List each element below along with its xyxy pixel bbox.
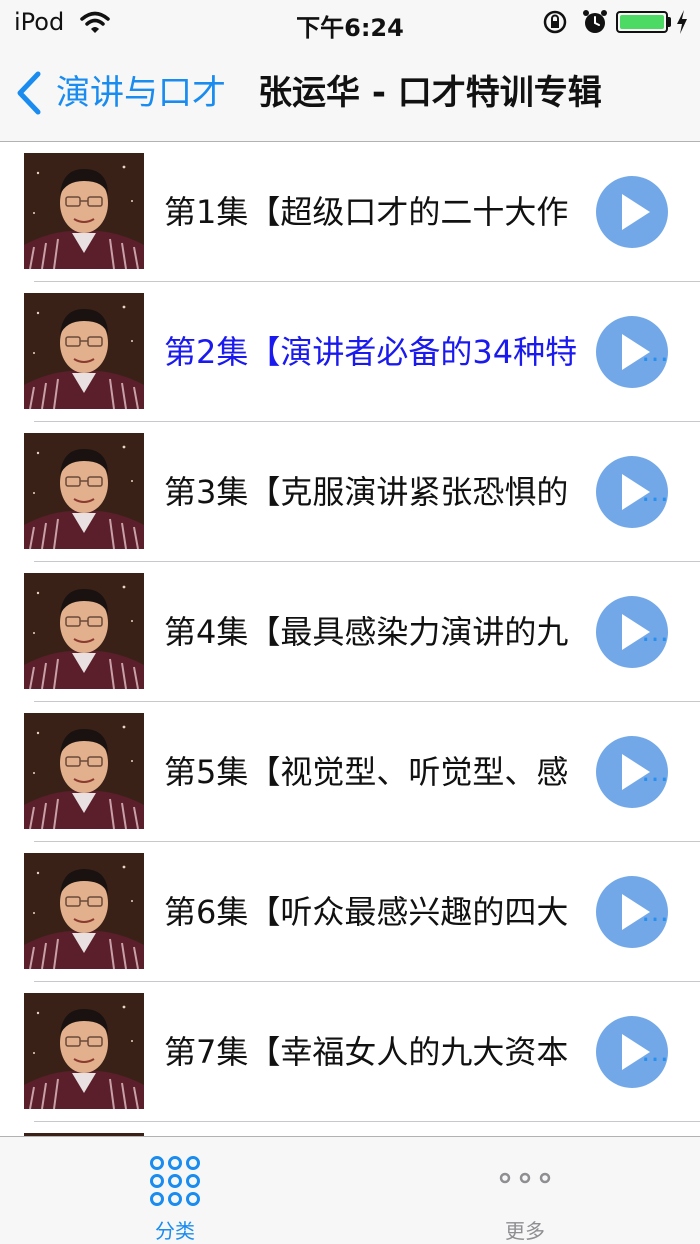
speaker-portrait <box>24 573 144 689</box>
tab-more[interactable]: 更多 <box>350 1137 700 1244</box>
episode-title: 第7集【幸福女人的九大资本 <box>164 1033 569 1071</box>
tab-bar: 分类 更多 <box>0 1136 700 1244</box>
episode-thumbnail <box>24 993 144 1109</box>
play-icon <box>622 194 650 230</box>
episode-thumbnail <box>24 433 144 549</box>
episode-title: 第1集【超级口才的二十大作 <box>164 193 569 231</box>
episode-row[interactable]: 第5集【视觉型、听觉型、感 … <box>0 702 700 842</box>
episode-row[interactable]: 第6集【听众最感兴趣的四大 … <box>0 842 700 982</box>
episode-row-partial[interactable] <box>0 1122 700 1136</box>
play-button[interactable] <box>596 176 668 248</box>
status-bar: iPod 下午6:24 <box>0 0 700 44</box>
truncation-ellipsis: … <box>641 475 669 508</box>
truncation-ellipsis: … <box>641 615 669 648</box>
episode-thumbnail <box>24 853 144 969</box>
episode-row[interactable]: 第7集【幸福女人的九大资本 … <box>0 982 700 1122</box>
episode-thumbnail <box>24 293 144 409</box>
battery-tip <box>668 17 671 27</box>
tab-more-label: 更多 <box>505 1219 545 1243</box>
truncation-ellipsis: … <box>641 335 669 368</box>
back-button[interactable]: 演讲与口才 <box>14 68 226 118</box>
episode-row[interactable]: 第2集【演讲者必备的34种特 … <box>0 282 700 422</box>
episode-thumbnail <box>24 713 144 829</box>
tab-categories-label: 分类 <box>155 1219 195 1243</box>
grid-dots-icon <box>150 1156 200 1206</box>
episode-list[interactable]: 第1集【超级口才的二十大作 第2集【演讲者必备的34种特… 第3集【克服演讲紧张恐惧… <box>0 142 700 1136</box>
speaker-portrait <box>24 993 144 1109</box>
back-button-label: 演讲与口才 <box>56 73 226 113</box>
episode-title: 第6集【听众最感兴趣的四大 <box>164 893 569 931</box>
navigation-bar: 演讲与口才 张运华 - 口才特训专辑 <box>0 44 700 142</box>
episode-title: 第2集【演讲者必备的34种特 <box>164 333 578 371</box>
alarm-icon <box>583 10 607 33</box>
truncation-ellipsis: … <box>641 1035 669 1068</box>
episode-title: 第4集【最具感染力演讲的九 <box>164 613 569 651</box>
truncation-ellipsis: … <box>641 755 669 788</box>
episode-title: 第5集【视觉型、听觉型、感 <box>164 753 569 791</box>
chevron-left-icon <box>17 71 41 115</box>
speaker-portrait <box>24 293 144 409</box>
episode-row[interactable]: 第1集【超级口才的二十大作 <box>0 142 700 282</box>
episode-row[interactable]: 第4集【最具感染力演讲的九 … <box>0 562 700 702</box>
truncation-ellipsis: … <box>641 895 669 928</box>
battery-icon <box>616 11 668 33</box>
page-title: 张运华 - 口才特训专辑 <box>258 73 602 113</box>
tab-categories[interactable]: 分类 <box>0 1137 350 1244</box>
episode-title: 第3集【克服演讲紧张恐惧的 <box>164 473 569 511</box>
episode-thumbnail <box>24 153 144 269</box>
episode-row[interactable]: 第3集【克服演讲紧张恐惧的 … <box>0 422 700 562</box>
speaker-portrait <box>24 153 144 269</box>
more-dots-icon <box>499 1172 551 1184</box>
speaker-portrait <box>24 713 144 829</box>
speaker-portrait <box>24 853 144 969</box>
speaker-portrait <box>24 433 144 549</box>
episode-thumbnail <box>24 573 144 689</box>
rotation-lock-icon <box>543 10 567 34</box>
battery-fill <box>620 15 664 29</box>
charging-bolt-icon <box>677 10 687 34</box>
